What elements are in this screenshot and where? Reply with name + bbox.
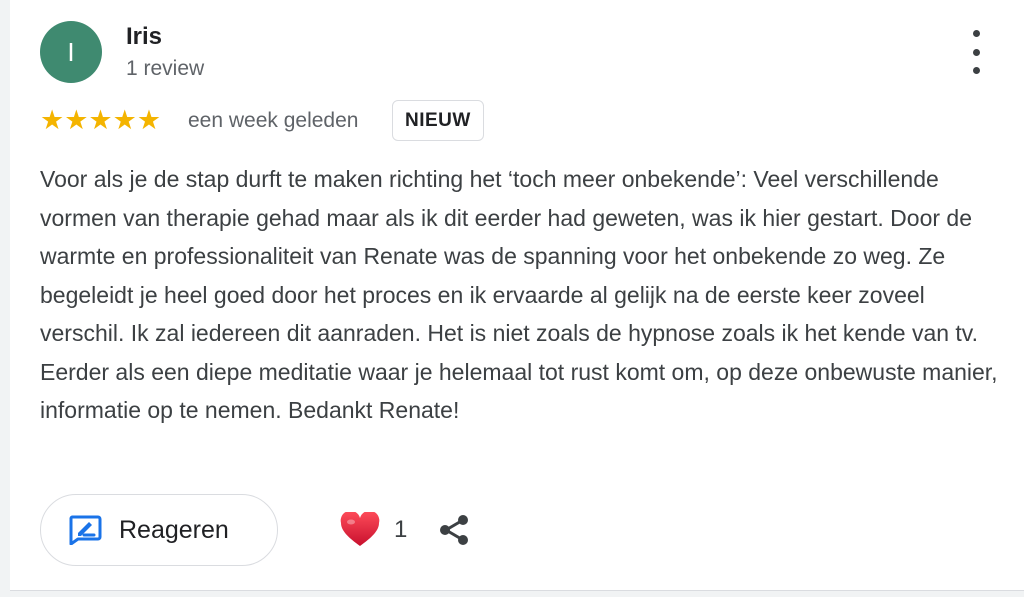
reply-button-label: Reageren [119,515,229,544]
reviewer-review-count[interactable]: 1 review [126,56,204,82]
more-options-button[interactable] [964,30,988,74]
reply-button[interactable]: Reageren [40,494,278,566]
review-card: I Iris 1 review ★★★★★ een week geleden N… [10,0,1024,591]
more-vertical-icon-dot [972,67,980,74]
star-rating: ★★★★★ [40,105,162,135]
like-count: 1 [394,516,408,543]
new-badge: NIEUW [392,100,484,141]
more-vertical-icon [972,30,980,37]
more-vertical-icon-dot [972,48,980,56]
share-icon [440,515,468,545]
reviewer-name[interactable]: Iris [126,22,162,52]
avatar[interactable]: I [40,21,102,83]
heart-icon [340,512,380,546]
like-button[interactable] [338,508,382,552]
review-text: Voor als je de stap durft te maken richt… [40,166,998,423]
review-date: een week geleden [188,109,359,132]
reply-icon [67,512,103,548]
share-button[interactable] [434,510,474,550]
